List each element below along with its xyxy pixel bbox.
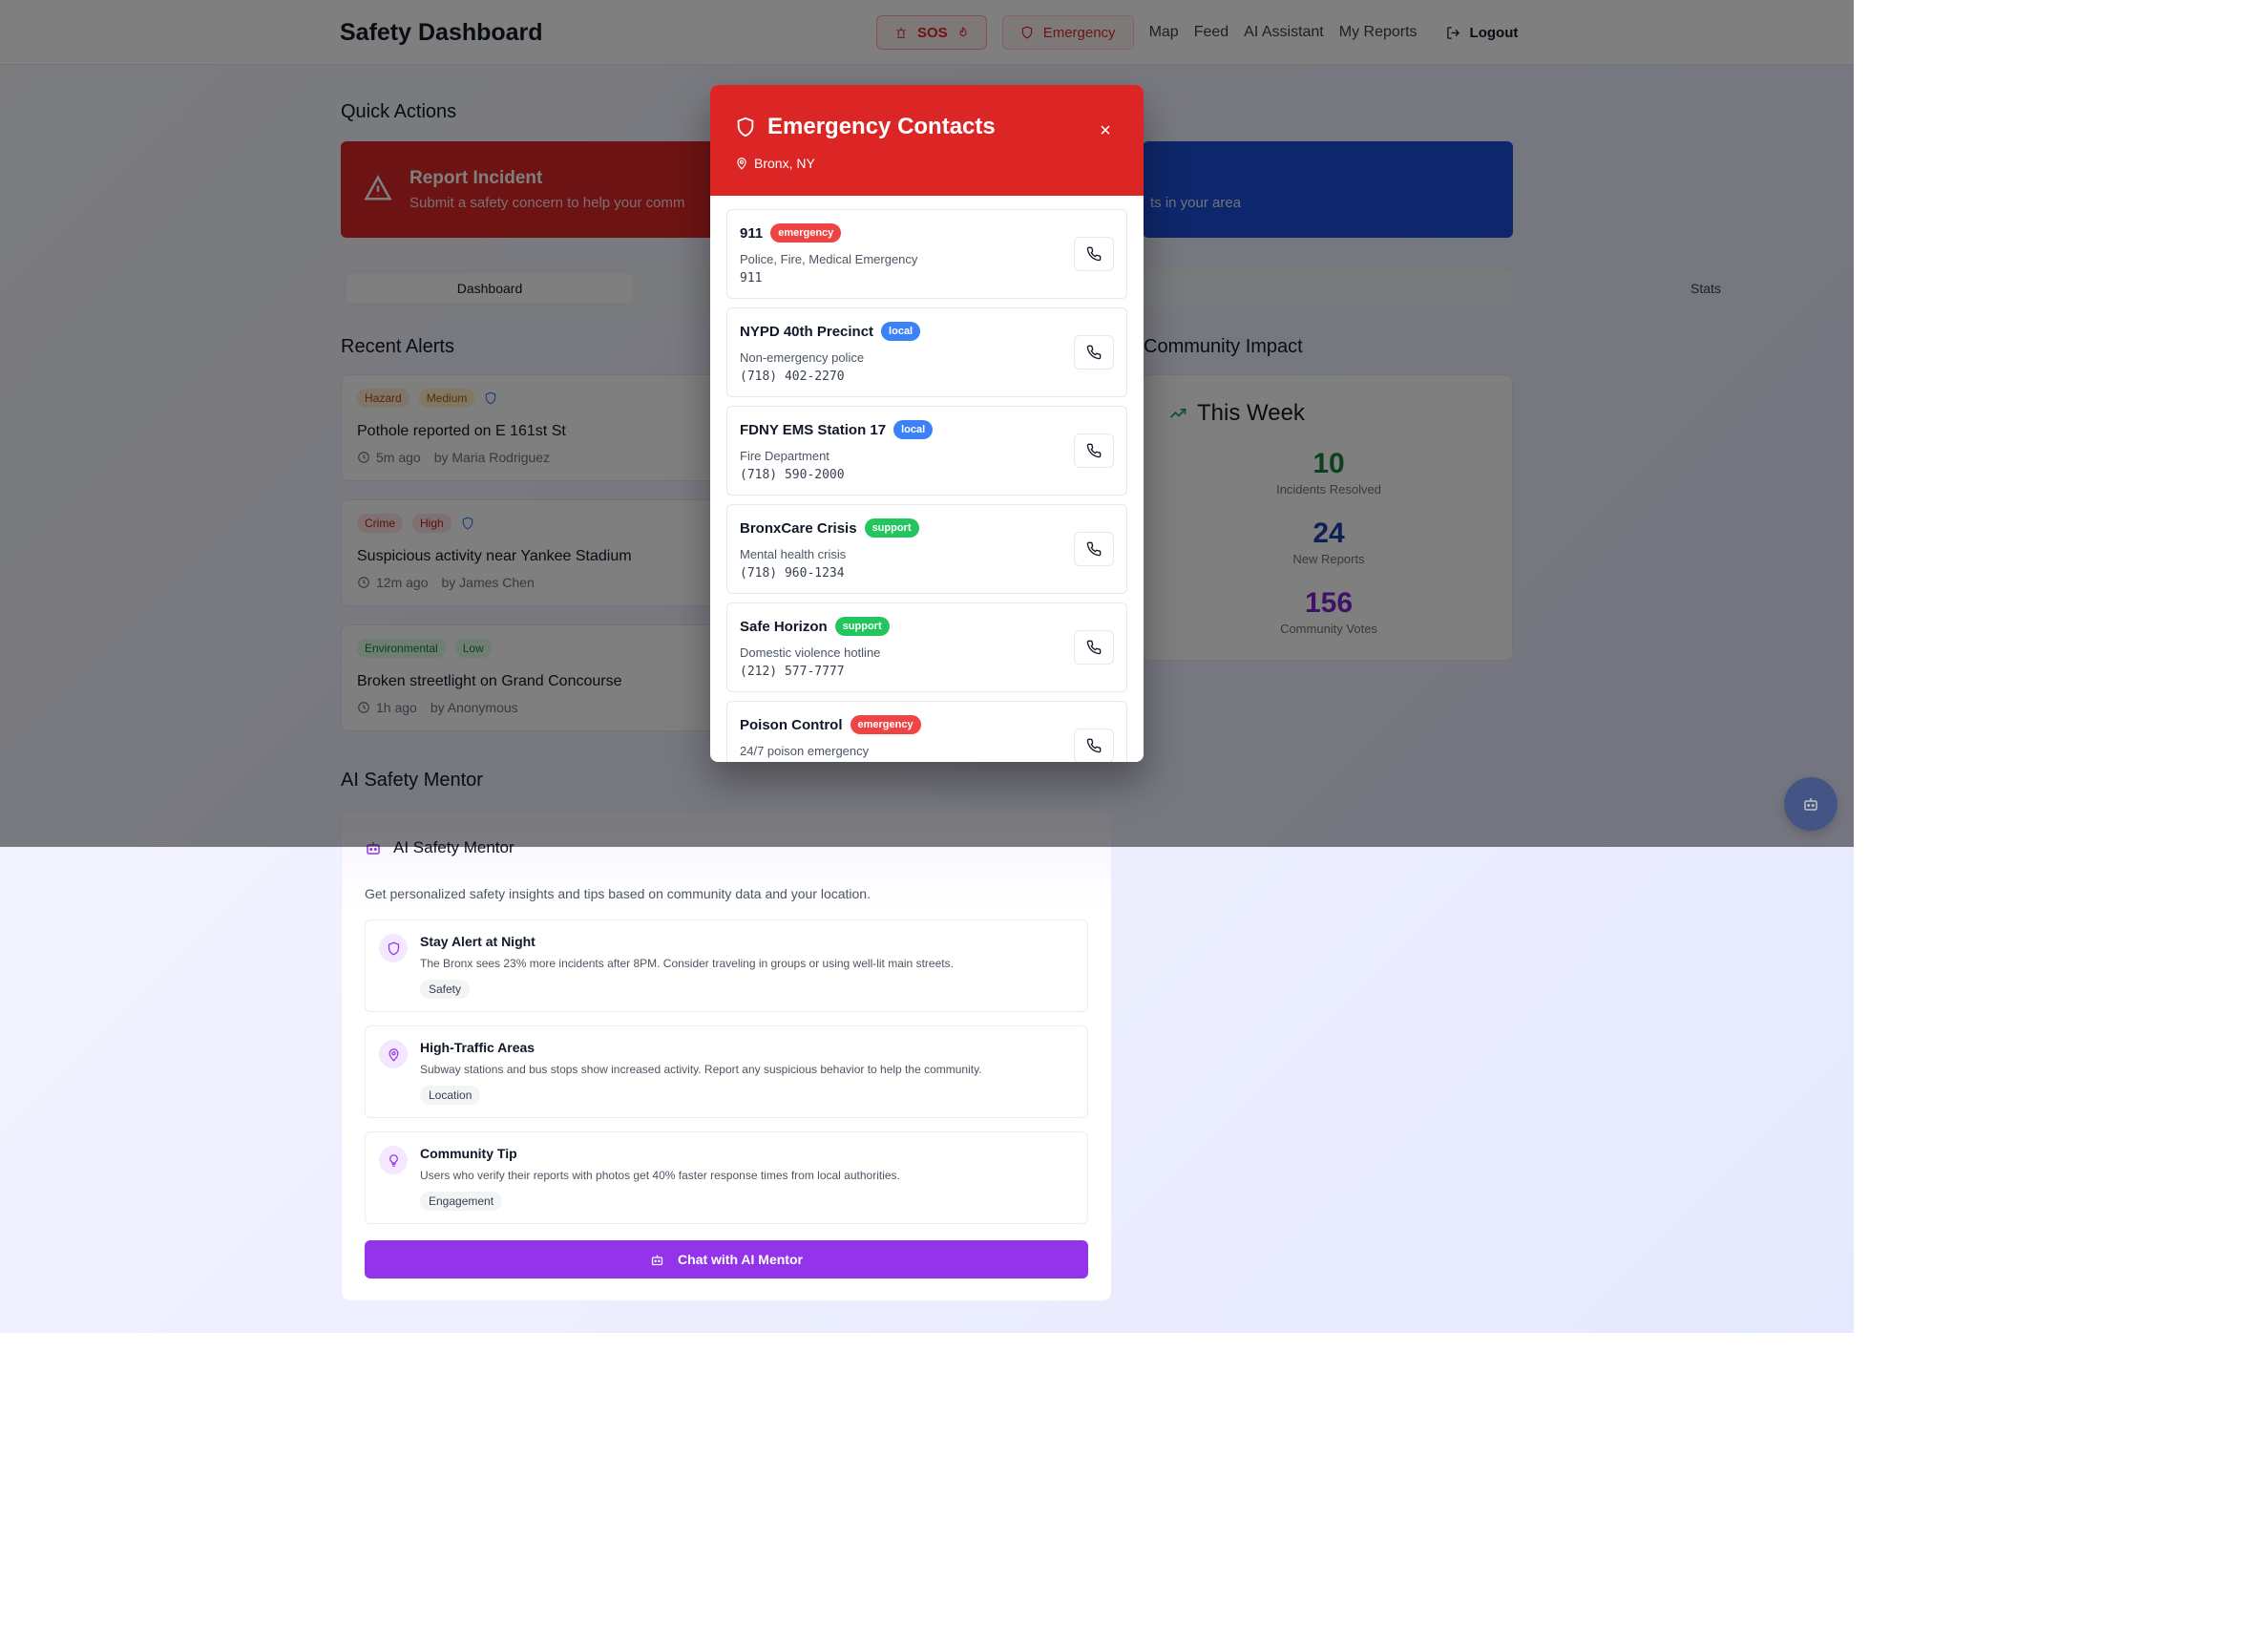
contact-item: BronxCare Crisis support Mental health cr… [726,504,1127,594]
contact-number: (718) 590-2000 [740,468,845,482]
tip-tag: Safety [420,980,471,999]
contact-description: Mental health crisis [740,547,847,561]
contact-item: FDNY EMS Station 17 local Fire Department… [726,406,1127,496]
call-button[interactable] [1074,237,1114,271]
contact-type-badge: emergency [850,715,921,734]
lightbulb-icon [388,1153,398,1167]
contact-description: Domestic violence hotline [740,645,881,660]
chat-with-ai-mentor-button[interactable]: Chat with AI Mentor [365,1240,1088,1278]
modal-location: Bronx, NY [754,156,815,171]
tip-tag: Engagement [420,1192,503,1211]
map-pin-icon [388,1047,399,1062]
contact-number: (718) 402-2270 [740,370,845,384]
phone-icon [1086,345,1102,360]
call-button[interactable] [1074,335,1114,370]
phone-icon [1086,738,1102,753]
contact-type-badge: emergency [770,223,842,243]
app-page: Safety Dashboard SOS Emergency Map Feed … [0,0,1854,1333]
tip-icon-wrap [379,1040,408,1068]
tip-card: High-Traffic Areas Subway stations and b… [365,1025,1088,1118]
contact-description: Fire Department [740,449,830,463]
close-icon[interactable]: × [1092,117,1119,144]
contact-item: Poison Control emergency 24/7 poison emer… [726,701,1127,762]
chat-button-label: Chat with AI Mentor [678,1252,803,1267]
tip-body: Subway stations and bus stops show incre… [420,1063,982,1076]
contact-name: Poison Control [740,716,843,733]
phone-icon [1086,640,1102,655]
contact-item: Safe Horizon support Domestic violence ho… [726,602,1127,692]
contact-number: 911 [740,271,763,285]
tip-title: Community Tip [420,1146,517,1161]
shield-icon [737,116,754,137]
tip-card: Community Tip Users who verify their rep… [365,1131,1088,1224]
contact-type-badge: support [864,518,919,538]
emergency-contacts-modal: Emergency Contacts Bronx, NY × 911 emerge… [710,85,1144,762]
contact-description: 24/7 poison emergency [740,744,870,758]
phone-icon [1086,246,1102,262]
contact-item: NYPD 40th Precinct local Non-emergency po… [726,307,1127,397]
contact-description: Non-emergency police [740,350,865,365]
contact-item: 911 emergency Police, Fire, Medical Emerg… [726,209,1127,299]
ai-chat-fab[interactable] [1784,777,1838,831]
tip-icon-wrap [379,934,408,962]
contacts-list[interactable]: 911 emergency Police, Fire, Medical Emerg… [710,196,1144,762]
call-button[interactable] [1074,532,1114,566]
tip-tag: Location [420,1086,481,1105]
tip-card: Stay Alert at Night The Bronx sees 23% m… [365,919,1088,1012]
tip-icon-wrap [379,1146,408,1174]
contact-name: Safe Horizon [740,618,828,635]
modal-title: Emergency Contacts [767,114,996,139]
modal-header: Emergency Contacts Bronx, NY × [710,85,1144,196]
call-button[interactable] [1074,630,1114,665]
phone-icon [1086,541,1102,557]
contact-name: 911 [740,224,764,242]
contact-type-badge: local [881,322,921,341]
contact-description: Police, Fire, Medical Emergency [740,252,918,266]
phone-icon [1086,443,1102,458]
bot-icon [651,1255,663,1265]
call-button[interactable] [1074,729,1114,762]
tip-body: Users who verify their reports with phot… [420,1169,900,1182]
contact-type-badge: support [834,617,890,636]
contact-name: NYPD 40th Precinct [740,323,874,340]
ai-mentor-card: AI Safety Mentor Get personalized safety… [341,811,1112,1301]
contact-number: (718) 960-1234 [740,566,845,581]
contact-name: BronxCare Crisis [740,519,857,537]
call-button[interactable] [1074,433,1114,468]
contact-type-badge: local [893,420,934,439]
bot-icon [1804,798,1817,811]
map-pin-icon [737,158,746,170]
tip-body: The Bronx sees 23% more incidents after … [420,957,954,970]
contact-name: FDNY EMS Station 17 [740,421,887,438]
tip-title: High-Traffic Areas [420,1040,536,1055]
tip-title: Stay Alert at Night [420,934,536,949]
ai-mentor-description: Get personalized safety insights and tip… [365,886,871,901]
contact-number: (212) 577-7777 [740,665,845,679]
shield-icon [388,941,399,955]
